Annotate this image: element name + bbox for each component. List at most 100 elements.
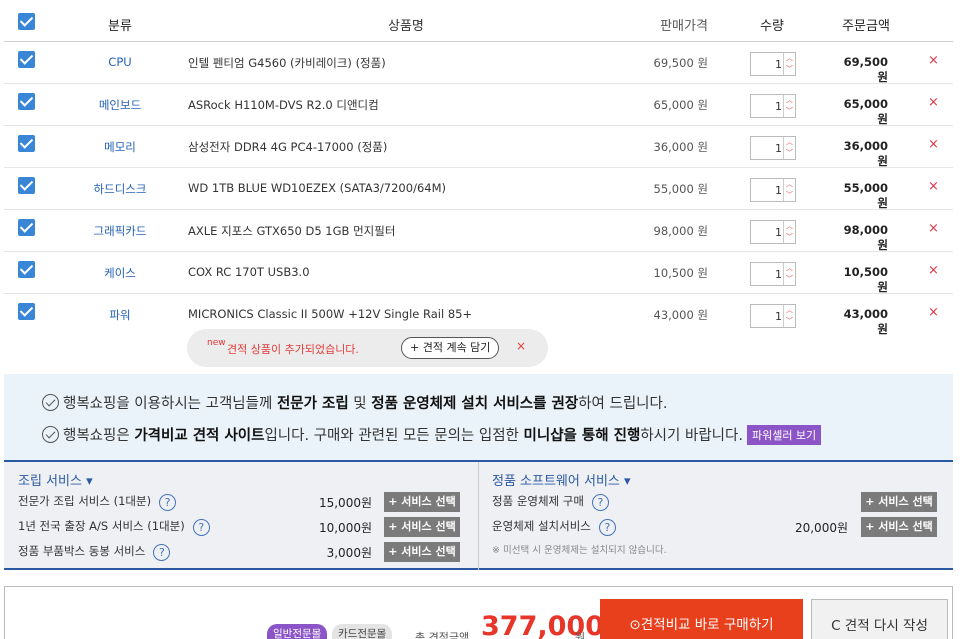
cart-row: 메모리 삼성전자 DDR4 4G PC4-17000 (정품) 36,000 원 1 ︿… [4, 126, 953, 168]
cart-row: 하드디스크 WD 1TB BLUE WD10EZEX (SATA3/7200/64… [4, 168, 953, 210]
quantity-stepper[interactable]: 1 ︿ ﹀ [750, 304, 796, 328]
row-price: 55,000 원 [653, 182, 708, 196]
delete-icon[interactable]: × [928, 263, 939, 278]
select-service-button[interactable]: + 서비스 선택 [384, 492, 460, 512]
quantity-stepper[interactable]: 1 ︿ ﹀ [750, 52, 796, 76]
row-checkbox[interactable] [18, 177, 35, 194]
quantity-stepper[interactable]: 1 ︿ ﹀ [750, 220, 796, 244]
delete-icon[interactable]: × [928, 179, 939, 194]
continue-quote-button[interactable]: + 견적 계속 담기 [401, 337, 500, 359]
delete-icon[interactable]: × [928, 137, 939, 152]
quantity-stepper[interactable]: 1 ︿ ﹀ [750, 94, 796, 118]
row-checkbox[interactable] [18, 51, 35, 68]
stepper-arrows-icon[interactable]: ︿ ﹀ [783, 53, 795, 75]
row-total: 98,000 원 [843, 223, 888, 252]
row-category[interactable]: 파워 [72, 307, 168, 323]
help-icon[interactable]: ? [598, 519, 616, 536]
cart-row: CPU 인텔 펜티엄 G4560 (카비레이크) (정품) 69,500 원 1 ︿ ﹀ 6… [4, 42, 953, 84]
check-circle-icon [42, 426, 59, 443]
row-total: 65,000 원 [843, 97, 888, 126]
row-checkbox[interactable] [18, 219, 35, 236]
assembly-service-item: 정품 부품박스 동봉 서비스? [18, 543, 171, 561]
row-product-name[interactable]: COX RC 170T USB3.0 [188, 265, 310, 279]
cart-row: 메인보드 ASRock H110M-DVS R2.0 디앤디컴 65,000 원 1 ︿… [4, 84, 953, 126]
row-category[interactable]: 그래픽카드 [72, 223, 168, 239]
stepper-arrows-icon[interactable]: ︿ ﹀ [783, 179, 795, 201]
row-product-name[interactable]: 삼성전자 DDR4 4G PC4-17000 (정품) [188, 139, 387, 155]
check-circle-icon [42, 394, 59, 411]
row-total: 55,000 원 [843, 181, 888, 210]
help-icon[interactable]: ? [591, 494, 609, 511]
quantity-value: 1 [775, 268, 782, 281]
quantity-stepper[interactable]: 1 ︿ ﹀ [750, 262, 796, 286]
tab-general-mall[interactable]: 일반전문몰 [267, 624, 328, 639]
header-category: 분류 [108, 19, 132, 34]
row-category[interactable]: 메모리 [72, 139, 168, 155]
select-service-button[interactable]: + 서비스 선택 [384, 517, 460, 537]
row-category[interactable]: 메인보드 [72, 97, 168, 113]
services-panel: 조립 서비스 ▾ 정품 소프트웨어 서비스 ▾ 전문가 조립 서비스 (1대분)… [4, 460, 953, 570]
assembly-service-title[interactable]: 조립 서비스 ▾ [18, 470, 93, 489]
help-icon[interactable]: ? [192, 519, 210, 536]
row-total: 69,500 원 [843, 55, 888, 84]
row-product-name[interactable]: ASRock H110M-DVS R2.0 디앤디컴 [188, 97, 379, 113]
select-service-button[interactable]: + 서비스 선택 [861, 517, 937, 537]
header-price: 판매가격 [660, 19, 708, 34]
toast-message: 견적 상품이 추가되었습니다. [227, 343, 359, 356]
stepper-arrows-icon[interactable]: ︿ ﹀ [783, 221, 795, 243]
delete-icon[interactable]: × [928, 95, 939, 110]
row-price: 43,000 원 [653, 308, 708, 322]
row-price: 65,000 원 [653, 98, 708, 112]
row-product-name[interactable]: MICRONICS Classic II 500W +12V Single Ra… [188, 307, 472, 321]
stepper-arrows-icon[interactable]: ︿ ﹀ [783, 263, 795, 285]
software-service-item: 운영체제 설치서비스? [492, 518, 616, 536]
row-product-name[interactable]: AXLE 지포스 GTX650 D5 1GB 먼지필터 [188, 223, 395, 239]
assembly-service-price: 15,000원 [318, 496, 372, 510]
stepper-arrows-icon[interactable]: ︿ ﹀ [783, 95, 795, 117]
select-all-checkbox[interactable] [18, 13, 35, 30]
row-category[interactable]: CPU [72, 55, 168, 69]
buy-now-button[interactable]: ⊙견적비교 바로 구매하기 [600, 599, 803, 639]
quantity-value: 1 [775, 184, 782, 197]
row-checkbox[interactable] [18, 303, 35, 320]
row-checkbox[interactable] [18, 93, 35, 110]
assembly-service-item: 1년 전국 출장 A/S 서비스 (1대분)? [18, 518, 210, 536]
info-line-1: 행복쇼핑을 이용하시는 고객님들께 전문가 조립 및 정품 운영체제 설치 서비… [42, 392, 667, 413]
header-total: 주문금액 [842, 19, 890, 34]
select-service-button[interactable]: + 서비스 선택 [384, 542, 460, 562]
quantity-value: 1 [775, 58, 782, 71]
total-label: 총 견적금액 [415, 631, 470, 639]
delete-icon[interactable]: × [928, 53, 939, 68]
quantity-value: 1 [775, 310, 782, 323]
rewrite-quote-button[interactable]: C 견적 다시 작성 [811, 599, 948, 639]
row-checkbox[interactable] [18, 261, 35, 278]
software-service-title[interactable]: 정품 소프트웨어 서비스 ▾ [492, 470, 631, 489]
stepper-arrows-icon[interactable]: ︿ ﹀ [783, 305, 795, 327]
row-product-name[interactable]: 인텔 펜티엄 G4560 (카비레이크) (정품) [188, 55, 386, 71]
quantity-value: 1 [775, 100, 782, 113]
tab-card-mall[interactable]: 카드전문몰 [332, 624, 393, 639]
quantity-stepper[interactable]: 1 ︿ ﹀ [750, 136, 796, 160]
quantity-value: 1 [775, 226, 782, 239]
select-service-button[interactable]: + 서비스 선택 [861, 492, 937, 512]
row-checkbox[interactable] [18, 135, 35, 152]
delete-icon[interactable]: × [928, 305, 939, 320]
total-unit: 원 [575, 631, 586, 639]
delete-icon[interactable]: × [928, 221, 939, 236]
row-category[interactable]: 하드디스크 [72, 181, 168, 197]
row-price: 98,000 원 [653, 224, 708, 238]
software-service-item: 정품 운영체제 구매? [492, 493, 609, 511]
row-product-name[interactable]: WD 1TB BLUE WD10EZEX (SATA3/7200/64M) [188, 181, 446, 195]
help-icon[interactable]: ? [153, 544, 171, 561]
new-tag: new [207, 338, 226, 348]
stepper-arrows-icon[interactable]: ︿ ﹀ [783, 137, 795, 159]
power-seller-button[interactable]: 파워셀러 보기 [746, 425, 822, 445]
help-icon[interactable]: ? [159, 494, 177, 511]
cart-row: 그래픽카드 AXLE 지포스 GTX650 D5 1GB 먼지필터 98,000 원… [4, 210, 953, 252]
row-category[interactable]: 케이스 [72, 265, 168, 281]
quantity-stepper[interactable]: 1 ︿ ﹀ [750, 178, 796, 202]
assembly-service-item: 전문가 조립 서비스 (1대분)? [18, 493, 177, 511]
assembly-service-price: 10,000원 [318, 521, 372, 535]
close-icon[interactable]: × [516, 339, 526, 353]
info-band: 행복쇼핑을 이용하시는 고객님들께 전문가 조립 및 정품 운영체제 설치 서비… [4, 374, 953, 460]
